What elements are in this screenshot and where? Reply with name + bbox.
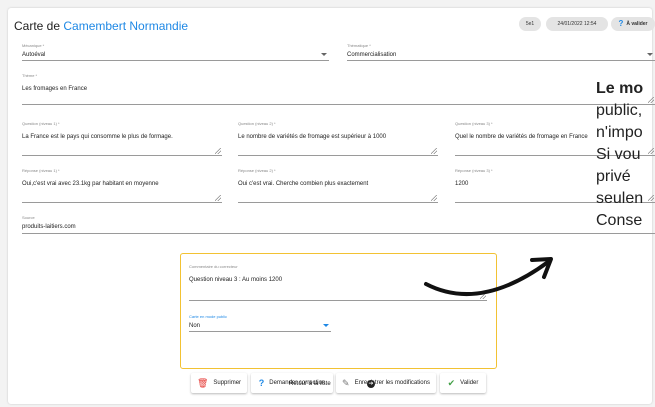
question-level-2-field[interactable]: Question (niveau 2) * Le nombre de varié… xyxy=(238,121,438,156)
public-mode-help-tooltip: Le mo public, n'impo Si vou privé seulen… xyxy=(596,80,655,290)
answer-level-2-value: Oui c'est vrai. Cherche combien plus exa… xyxy=(238,181,369,187)
count-badge: 5e1 xyxy=(519,17,541,31)
thematique-label: Thématique * xyxy=(347,43,371,48)
tooltip-line: Si vou xyxy=(596,146,641,163)
mecanique-label: Mécanique * xyxy=(22,43,45,48)
resize-handle-icon[interactable] xyxy=(215,195,221,201)
thematique-select[interactable]: Thématique * Commercialisation xyxy=(347,43,655,61)
save-changes-button[interactable]: ✎ Enregistrer les modifications xyxy=(336,373,436,393)
answer-level-1-value: Oui,c'est vrai avec 23.1kg par habitant … xyxy=(22,181,159,187)
question-level-1-label: Question (niveau 1) * xyxy=(22,121,60,126)
answer-level-2-label: Réponse (niveau 2) * xyxy=(238,168,276,173)
answer-level-1-label: Réponse (niveau 1) * xyxy=(22,168,60,173)
thematique-value: Commercialisation xyxy=(347,52,397,58)
check-icon: ✔ xyxy=(447,377,456,388)
tooltip-line: n'impo xyxy=(596,124,643,141)
mecanique-select[interactable]: Mécanique * Autoéval xyxy=(22,43,329,61)
answer-level-1-field[interactable]: Réponse (niveau 1) * Oui,c'est vrai avec… xyxy=(22,168,222,203)
theme-value: Les fromages en France xyxy=(22,86,88,92)
status-badge-label: À valider xyxy=(626,21,648,27)
date-badge: 24/01/2022 12:54 xyxy=(546,17,608,31)
question-level-1-value: La France est le pays qui consomme le pl… xyxy=(22,134,173,140)
pencil-icon: ✎ xyxy=(342,377,350,388)
resize-handle-icon[interactable] xyxy=(431,195,437,201)
mecanique-value: Autoéval xyxy=(22,52,46,58)
resize-handle-icon[interactable] xyxy=(431,148,437,154)
page-title-prefix: Carte de xyxy=(14,19,64,33)
source-label: Source xyxy=(22,215,35,220)
question-level-2-label: Question (niveau 2) * xyxy=(238,121,276,126)
status-badge: ? À valider xyxy=(611,17,655,31)
annotation-arrow-icon xyxy=(424,257,553,296)
question-level-2-value: Le nombre de variétés de fromage est sup… xyxy=(238,134,387,140)
tooltip-line: Conse xyxy=(596,212,643,229)
chevron-down-icon xyxy=(321,53,327,56)
delete-button-label: Supprimer xyxy=(213,380,242,386)
chevron-down-icon xyxy=(323,324,329,327)
validate-button-label: Valider xyxy=(460,380,479,386)
arrow-right-circle-icon[interactable]: ➔ xyxy=(367,380,375,388)
tooltip-line: seulen xyxy=(596,190,644,207)
tooltip-line: Le mo xyxy=(596,80,644,97)
public-mode-select[interactable]: Carte en mode public Non xyxy=(189,314,331,332)
theme-field[interactable]: Thème * Les fromages en France xyxy=(22,73,655,105)
tooltip-line: public, xyxy=(596,102,643,119)
delete-button[interactable]: 🗑︎ Supprimer xyxy=(191,373,247,393)
back-to-list-link[interactable]: Retour à la liste xyxy=(289,381,331,387)
tooltip-line: privé xyxy=(596,168,631,185)
question-icon: ? xyxy=(258,377,265,388)
public-mode-value: Non xyxy=(189,323,201,329)
source-value: produits-laitiers.com xyxy=(22,224,76,230)
source-field[interactable]: Source produits-laitiers.com xyxy=(22,215,655,234)
save-changes-button-label: Enregistrer les modifications xyxy=(354,380,430,386)
public-mode-label: Carte en mode public xyxy=(189,314,228,319)
question-icon: ? xyxy=(618,19,624,28)
question-level-1-field[interactable]: Question (niveau 1) * La France est le p… xyxy=(22,121,222,156)
resize-handle-icon[interactable] xyxy=(215,148,221,154)
page-title-accent: Camembert Normandie xyxy=(63,19,189,33)
theme-label: Thème * xyxy=(22,73,38,78)
page-title: Carte de Camembert Normandie xyxy=(14,19,188,33)
chevron-down-icon xyxy=(647,53,653,56)
trash-icon: 🗑︎ xyxy=(196,377,209,388)
answer-level-2-field[interactable]: Réponse (niveau 2) * Oui c'est vrai. Che… xyxy=(238,168,438,203)
validate-button[interactable]: ✔ Valider xyxy=(440,373,486,393)
